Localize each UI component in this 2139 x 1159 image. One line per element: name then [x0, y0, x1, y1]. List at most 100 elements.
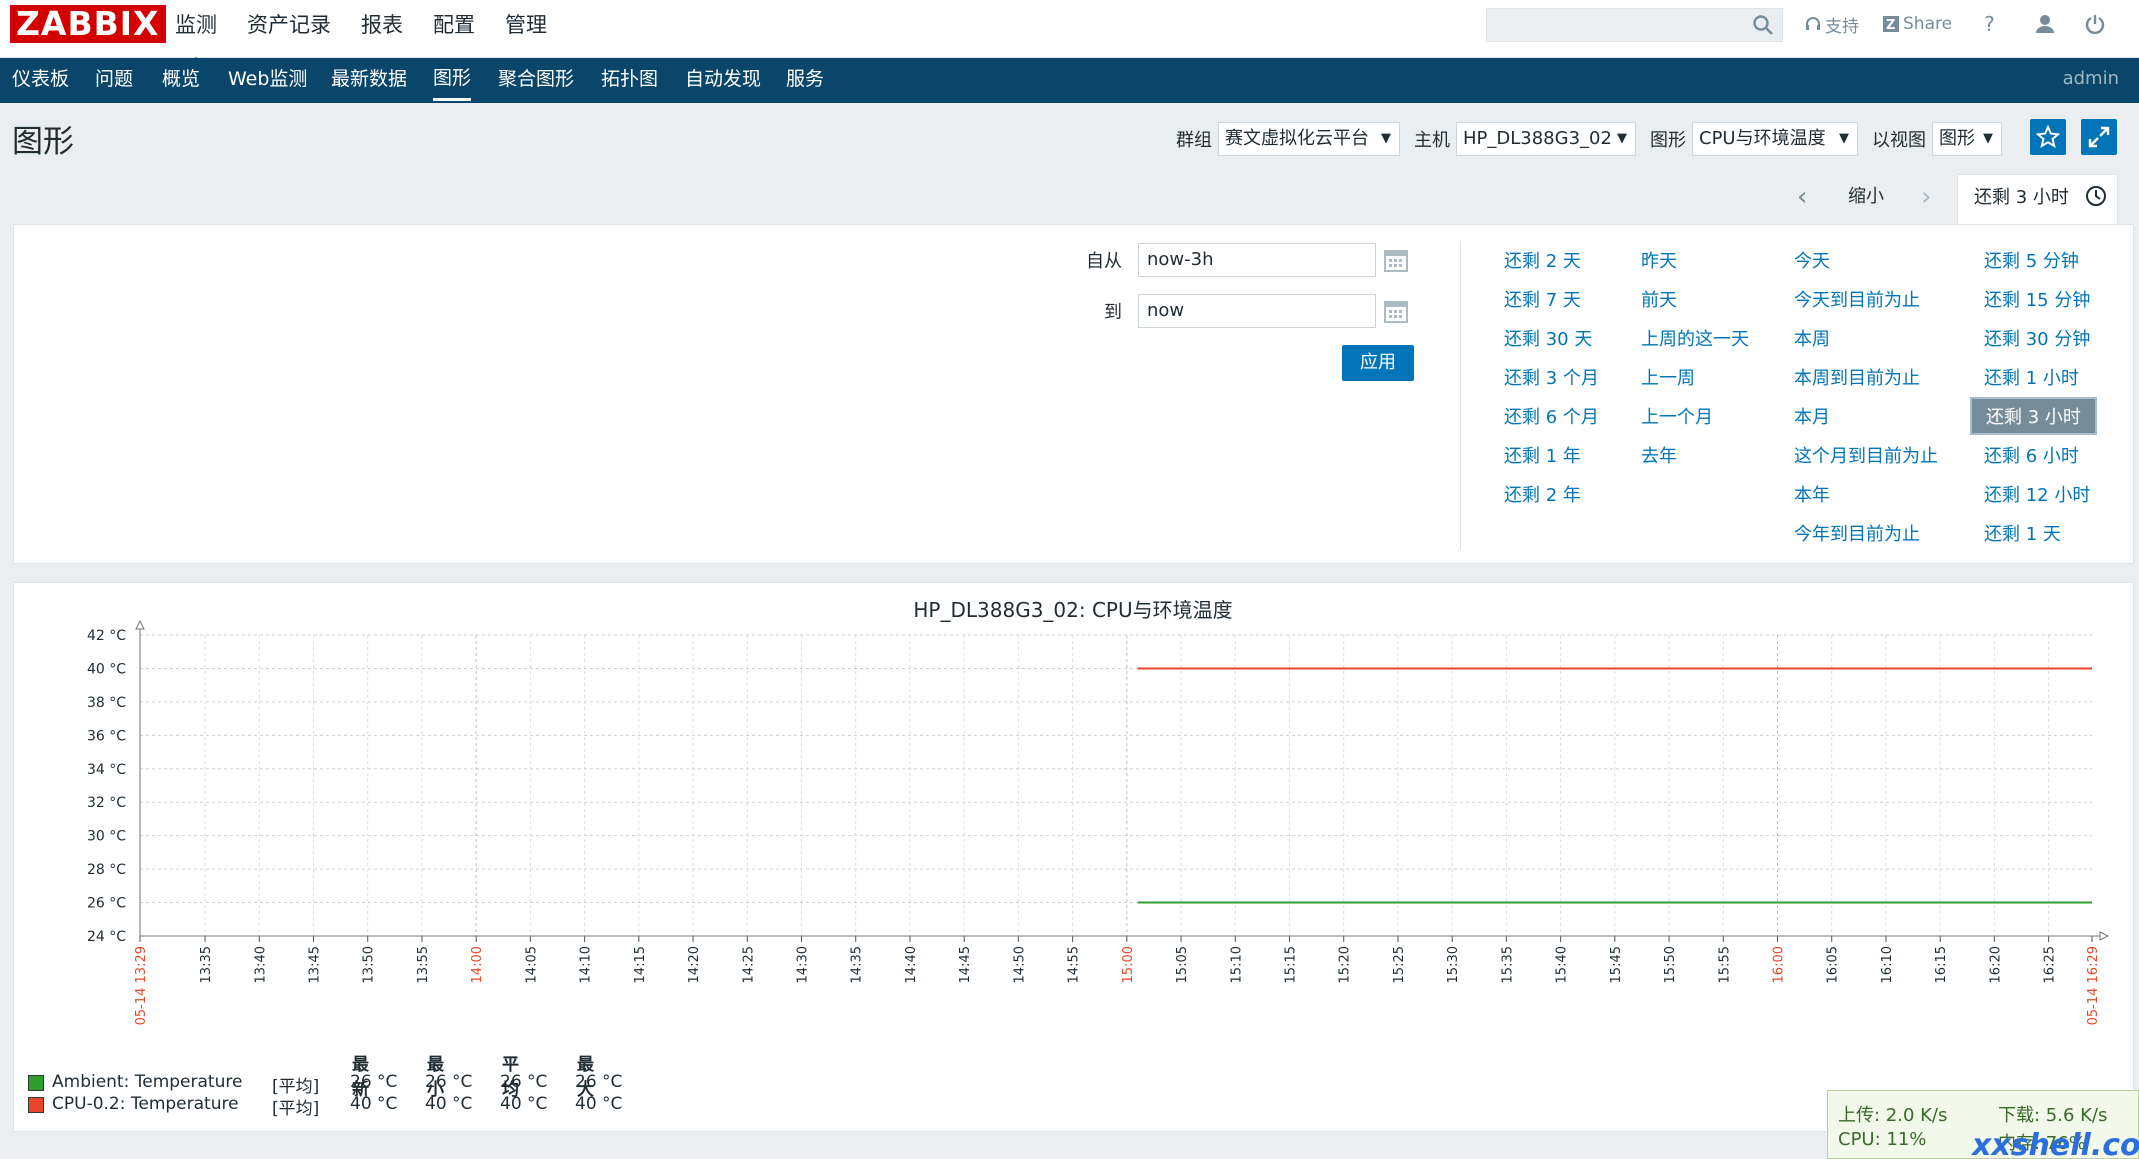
search-input[interactable]: [1486, 8, 1783, 42]
x-tick-label: 14:50: [1012, 946, 1027, 983]
quick-range-link-selected[interactable]: 还剩 3 小时: [1970, 397, 2097, 435]
legend-item-func: [平均]: [272, 1099, 320, 1119]
host-select[interactable]: HP_DL388G3_02 ▼: [1456, 122, 1636, 156]
quick-range-link[interactable]: 这个月到目前为止: [1794, 442, 1938, 468]
quick-range-link[interactable]: 去年: [1641, 442, 1677, 468]
star-icon: [2036, 125, 2060, 149]
add-to-favourites-button[interactable]: [2030, 119, 2066, 155]
x-tick-label: 13:40: [253, 946, 268, 983]
view-as-select[interactable]: 图形 ▼: [1932, 122, 2002, 156]
quick-range-link[interactable]: 上一周: [1641, 364, 1695, 390]
time-range-tab[interactable]: 还剩 3 小时: [1957, 174, 2118, 226]
legend-item-min: 40 °C: [425, 1094, 473, 1114]
quick-range-link[interactable]: 还剩 2 年: [1504, 481, 1581, 507]
top-bar: ZABBIX 监测 资产记录 报表 配置 管理 支持 Z Share ?: [0, 0, 2139, 66]
zoom-out-button[interactable]: 缩小: [1848, 174, 1884, 220]
quick-range-link[interactable]: 本周到目前为止: [1794, 364, 1920, 390]
x-tick-label: 14:40: [904, 946, 919, 983]
view-as-value: 图形: [1939, 128, 1975, 149]
y-tick-label: 24 °C: [87, 929, 126, 945]
sub-nav-services[interactable]: 服务: [786, 58, 824, 100]
quick-range-link[interactable]: 本年: [1794, 481, 1830, 507]
from-input[interactable]: now-3h: [1138, 243, 1376, 277]
time-tabs: ‹ 缩小 › 还剩 3 小时: [0, 174, 2139, 226]
quick-range-link[interactable]: 今天到目前为止: [1794, 286, 1920, 312]
sub-nav-graphs[interactable]: 图形: [433, 58, 472, 101]
y-tick-label: 32 °C: [87, 795, 126, 811]
to-input[interactable]: now: [1138, 294, 1376, 328]
main-nav-inventory[interactable]: 资产记录: [247, 0, 331, 58]
quick-range-link[interactable]: 还剩 1 小时: [1984, 364, 2079, 390]
sub-nav-problems[interactable]: 问题: [95, 58, 133, 100]
quick-range-link[interactable]: 本周: [1794, 325, 1830, 351]
quick-range-link[interactable]: 昨天: [1641, 247, 1677, 273]
calendar-icon[interactable]: [1383, 298, 1409, 324]
dropdown-caret-icon: ▼: [1839, 131, 1849, 146]
quick-range-link[interactable]: 还剩 7 天: [1504, 286, 1581, 312]
legend-item-max: 40 °C: [575, 1094, 623, 1114]
quick-range-link[interactable]: 今年到目前为止: [1794, 520, 1920, 546]
time-next-button[interactable]: ›: [1921, 174, 1931, 220]
quick-range-link[interactable]: 还剩 12 小时: [1984, 481, 2090, 507]
graph-panel: HP_DL388G3_02: CPU与环境温度 24 °C 26 °C 28 °C 3…: [13, 582, 2134, 1132]
x-tick-label: 14:55: [1067, 946, 1082, 983]
quick-range-link[interactable]: 还剩 6 小时: [1984, 442, 2079, 468]
user-profile-icon[interactable]: [2035, 14, 2055, 34]
sub-nav-maps[interactable]: 拓扑图: [601, 58, 658, 100]
x-tick-label: 14:30: [796, 946, 811, 983]
zabbix-logo[interactable]: ZABBIX: [10, 5, 166, 43]
y-axis-ticks: 24 °C 26 °C 28 °C 30 °C 32 °C 34 °C 36 °C 38 °C…: [87, 628, 126, 945]
quick-range-link[interactable]: 还剩 30 天: [1504, 325, 1592, 351]
sub-nav-discovery[interactable]: 自动发现: [685, 58, 761, 100]
quick-range-link[interactable]: 前天: [1641, 286, 1677, 312]
group-select[interactable]: 赛文虚拟化云平台 ▼: [1218, 122, 1400, 156]
x-tick-label: 15:40: [1555, 946, 1570, 983]
legend-item-last: 40 °C: [350, 1094, 398, 1114]
graph-select[interactable]: CPU与环境温度 ▼: [1692, 122, 1858, 156]
main-nav-monitoring[interactable]: 监测: [175, 0, 217, 66]
calendar-icon[interactable]: [1383, 247, 1409, 273]
x-tick-label: 15:35: [1500, 946, 1515, 983]
main-nav-administration[interactable]: 管理: [505, 0, 547, 58]
logout-icon[interactable]: [2085, 14, 2105, 34]
sub-nav-web[interactable]: Web监测: [228, 58, 307, 100]
share-link[interactable]: Z Share: [1883, 14, 1952, 34]
fullscreen-button[interactable]: [2081, 119, 2117, 155]
search-icon[interactable]: [1752, 14, 1774, 36]
sub-nav-screens[interactable]: 聚合图形: [498, 58, 574, 100]
time-prev-button[interactable]: ‹: [1797, 174, 1807, 220]
sub-nav-dashboard[interactable]: 仪表板: [12, 58, 69, 100]
quick-range-link[interactable]: 今天: [1794, 247, 1830, 273]
sub-nav-overview[interactable]: 概览: [162, 58, 200, 100]
x-tick-label: 15:20: [1338, 946, 1353, 983]
quick-range-link[interactable]: 还剩 15 分钟: [1984, 286, 2090, 312]
legend-item-last: 26 °C: [350, 1072, 398, 1092]
quick-range-link[interactable]: 还剩 1 年: [1504, 442, 1581, 468]
group-value: 赛文虚拟化云平台: [1225, 128, 1369, 149]
graph-label: 图形: [1650, 130, 1686, 151]
legend-swatch-red: [28, 1097, 44, 1113]
quick-range-link[interactable]: 上一个月: [1641, 403, 1713, 429]
x-tick-label: 16:15: [1934, 946, 1949, 983]
x-tick-label: 16:25: [2043, 946, 2058, 983]
main-nav-reports[interactable]: 报表: [361, 0, 403, 58]
x-tick-label: 14:35: [850, 946, 865, 983]
quick-range-link[interactable]: 还剩 3 个月: [1504, 364, 1599, 390]
help-link[interactable]: ?: [1984, 12, 1995, 36]
quick-range-link[interactable]: 上周的这一天: [1641, 325, 1749, 351]
quick-range-link[interactable]: 还剩 5 分钟: [1984, 247, 2079, 273]
quick-range-link[interactable]: 还剩 6 个月: [1504, 403, 1599, 429]
quick-range-link[interactable]: 还剩 1 天: [1984, 520, 2061, 546]
headset-icon: [1806, 17, 1820, 30]
legend-item-name: Ambient: Temperature: [52, 1072, 243, 1092]
quick-range-link[interactable]: 还剩 2 天: [1504, 247, 1581, 273]
apply-button[interactable]: 应用: [1342, 345, 1414, 381]
temperature-graph[interactable]: HP_DL388G3_02: CPU与环境温度 24 °C 26 °C 28 °C 3…: [14, 583, 2133, 1131]
main-nav-configuration[interactable]: 配置: [433, 0, 475, 58]
support-link[interactable]: 支持: [1805, 12, 1859, 37]
x-tick-label: 05-14 13:29: [134, 946, 149, 1025]
sub-nav-latest-data[interactable]: 最新数据: [331, 58, 407, 100]
quick-range-link[interactable]: 还剩 30 分钟: [1984, 325, 2090, 351]
current-user: admin: [2062, 68, 2119, 89]
quick-range-link[interactable]: 本月: [1794, 403, 1830, 429]
